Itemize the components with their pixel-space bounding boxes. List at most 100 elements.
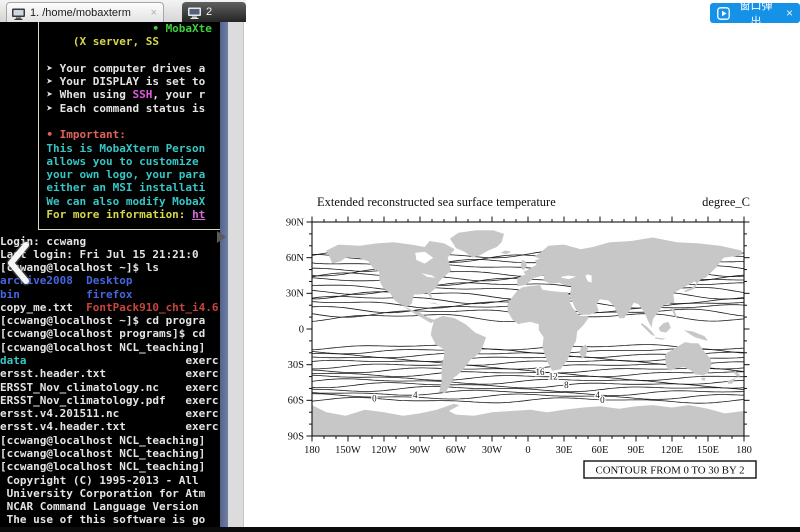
popup-close-icon[interactable]: ×: [786, 6, 793, 20]
terminal-line: We can also modify MobaX: [0, 195, 220, 208]
back-chevron-icon[interactable]: [4, 240, 32, 286]
contour-label: 12: [549, 372, 558, 382]
tab-2[interactable]: 2: [182, 2, 246, 22]
terminal-line: ersst.v4.201511.nc exerc: [0, 407, 220, 420]
plot-title: Extended reconstructed sea surface tempe…: [317, 195, 556, 209]
contour-label: 0: [600, 395, 605, 405]
landmass: [427, 303, 440, 305]
landmass: [500, 251, 511, 255]
tab-close-icon[interactable]: ×: [149, 7, 159, 19]
popup-window-button[interactable]: 窗口弹出 ×: [710, 3, 800, 23]
tab-label: 2: [206, 6, 212, 18]
sst-contour-line: [312, 383, 744, 389]
banner-box-border-bottom: [38, 229, 220, 230]
terminal-line: [ccwang@localhost NCL_teaching]: [0, 341, 220, 354]
x-axis-label: 60E: [592, 445, 609, 456]
terminal-line: [ccwang@localhost NCL_teaching]: [0, 434, 220, 447]
terminal-line: [0, 49, 220, 62]
y-axis-label: 90S: [288, 431, 305, 442]
terminal-line: ersst.header.txt exerc: [0, 367, 220, 380]
terminal-line: your own logo, your para: [0, 168, 220, 181]
landmass: [450, 230, 504, 257]
banner-box-border-left: [38, 22, 39, 229]
sst-contour-line: [312, 375, 744, 380]
terminal-line: bin firefox: [0, 288, 220, 301]
tab-label: 1. /home/mobaxterm: [30, 7, 145, 19]
terminal-line: [ccwang@localhost ~]$ ls: [0, 261, 220, 274]
terminal-line: (X server, SS: [0, 35, 220, 48]
terminal-line: ➤ Your DISPLAY is set to: [0, 75, 220, 88]
terminal-line: [ccwang@localhost ~]$ cd progra: [0, 314, 220, 327]
terminal-line: [0, 115, 220, 128]
terminal-line: For more information: ht: [0, 208, 220, 221]
sst-contour-line: [312, 379, 744, 385]
terminal-line: This is MobaXterm Person: [0, 142, 220, 155]
terminal-line: • Important:: [0, 128, 220, 141]
x-axis-label: 120W: [371, 445, 397, 456]
terminal-line: either an MSI installati: [0, 181, 220, 194]
x-axis-label: 180: [304, 445, 320, 456]
terminal-line: [ccwang@localhost NCL_teaching]: [0, 447, 220, 460]
x-axis-label: 90E: [628, 445, 645, 456]
terminal-line: ➤ Each command status is: [0, 102, 220, 115]
x-axis-label: 150W: [335, 445, 361, 456]
terminal-line: ERSST_Nov_climatology.pdf exerc: [0, 394, 220, 407]
terminal-line: [ccwang@localhost programs]$ cd: [0, 327, 220, 340]
expand-arrow-icon[interactable]: [217, 231, 226, 243]
terminal-line: ➤ When using SSH, your r: [0, 88, 220, 101]
world-map: 041612840: [312, 230, 744, 438]
x-axis-label: 180: [736, 445, 752, 456]
terminal-line: • MobaXte: [0, 22, 220, 35]
window-edge-band: [228, 22, 244, 527]
terminal-monitor-icon: [11, 7, 26, 19]
y-axis-label: 30S: [288, 360, 305, 371]
tab-home-mobaxterm[interactable]: 1. /home/mobaxterm ×: [6, 2, 164, 22]
landmass: [641, 323, 655, 336]
terminal-tab-bar: 1. /home/mobaxterm × 2: [0, 0, 246, 22]
terminal-line: copy_me.txt FontPack910_cht_i4.6: [0, 301, 220, 314]
contour-label: 4: [413, 390, 418, 400]
x-axis-label: 150E: [697, 445, 719, 456]
x-axis-label: 30W: [482, 445, 503, 456]
terminal-line: ersst.v4.header.txt exerc: [0, 420, 220, 433]
play-icon: [717, 7, 730, 20]
x-axis-label: 0: [525, 445, 530, 456]
contour-note: CONTOUR FROM 0 TO 30 BY 2: [596, 465, 745, 477]
y-axis-label: 30N: [286, 289, 305, 300]
x-axis-label: 30E: [556, 445, 573, 456]
contour-label: 0: [372, 393, 377, 403]
x-axis-label: 120E: [661, 445, 683, 456]
terminal-line: data exerc: [0, 354, 220, 367]
landmass: [312, 404, 744, 439]
sst-contour-plot: 04161284090N60N30N030S60S90S180150W120W9…: [280, 190, 780, 490]
y-axis-label: 60S: [288, 396, 305, 407]
landmass: [655, 337, 666, 339]
terminal-line: The use of this software is go: [0, 513, 220, 526]
terminal-line: Login: ccwang: [0, 235, 220, 248]
terminal-line: archive2008 Desktop: [0, 274, 220, 287]
terminal-line: ➤ Your computer drives a: [0, 62, 220, 75]
terminal-line: Copyright (C) 1995-2013 - All: [0, 474, 220, 487]
terminal-line: [0, 221, 220, 234]
bottom-strip: [0, 527, 800, 532]
landmass: [665, 342, 712, 375]
y-axis-label: 0: [299, 324, 304, 335]
x-axis-label: 60W: [446, 445, 467, 456]
contour-label: 16: [536, 367, 546, 377]
terminal-line: University Corporation for Atm: [0, 487, 220, 500]
landmass: [521, 260, 527, 270]
x-axis-label: 90W: [410, 445, 431, 456]
plot-units-label: degree_C: [702, 195, 750, 209]
terminal-line: [ccwang@localhost NCL_teaching]: [0, 460, 220, 473]
landmass: [659, 322, 671, 333]
terminal-output[interactable]: • MobaXte (X server, SS ➤ Your computer …: [0, 22, 220, 527]
popup-button-label: 窗口弹出: [735, 0, 777, 29]
terminal-monitor-icon: [187, 6, 202, 18]
screen: 1. /home/mobaxterm × 2 • MobaXte (X serv…: [0, 0, 800, 532]
terminal-line: allows you to customize: [0, 155, 220, 168]
y-axis-label: 60N: [286, 253, 305, 264]
terminal-scrollbar[interactable]: [220, 22, 228, 527]
terminal-line: Last login: Fri Jul 15 21:21:0: [0, 248, 220, 261]
terminal-line: ERSST_Nov_climatology.nc exerc: [0, 381, 220, 394]
landmass: [684, 330, 708, 341]
